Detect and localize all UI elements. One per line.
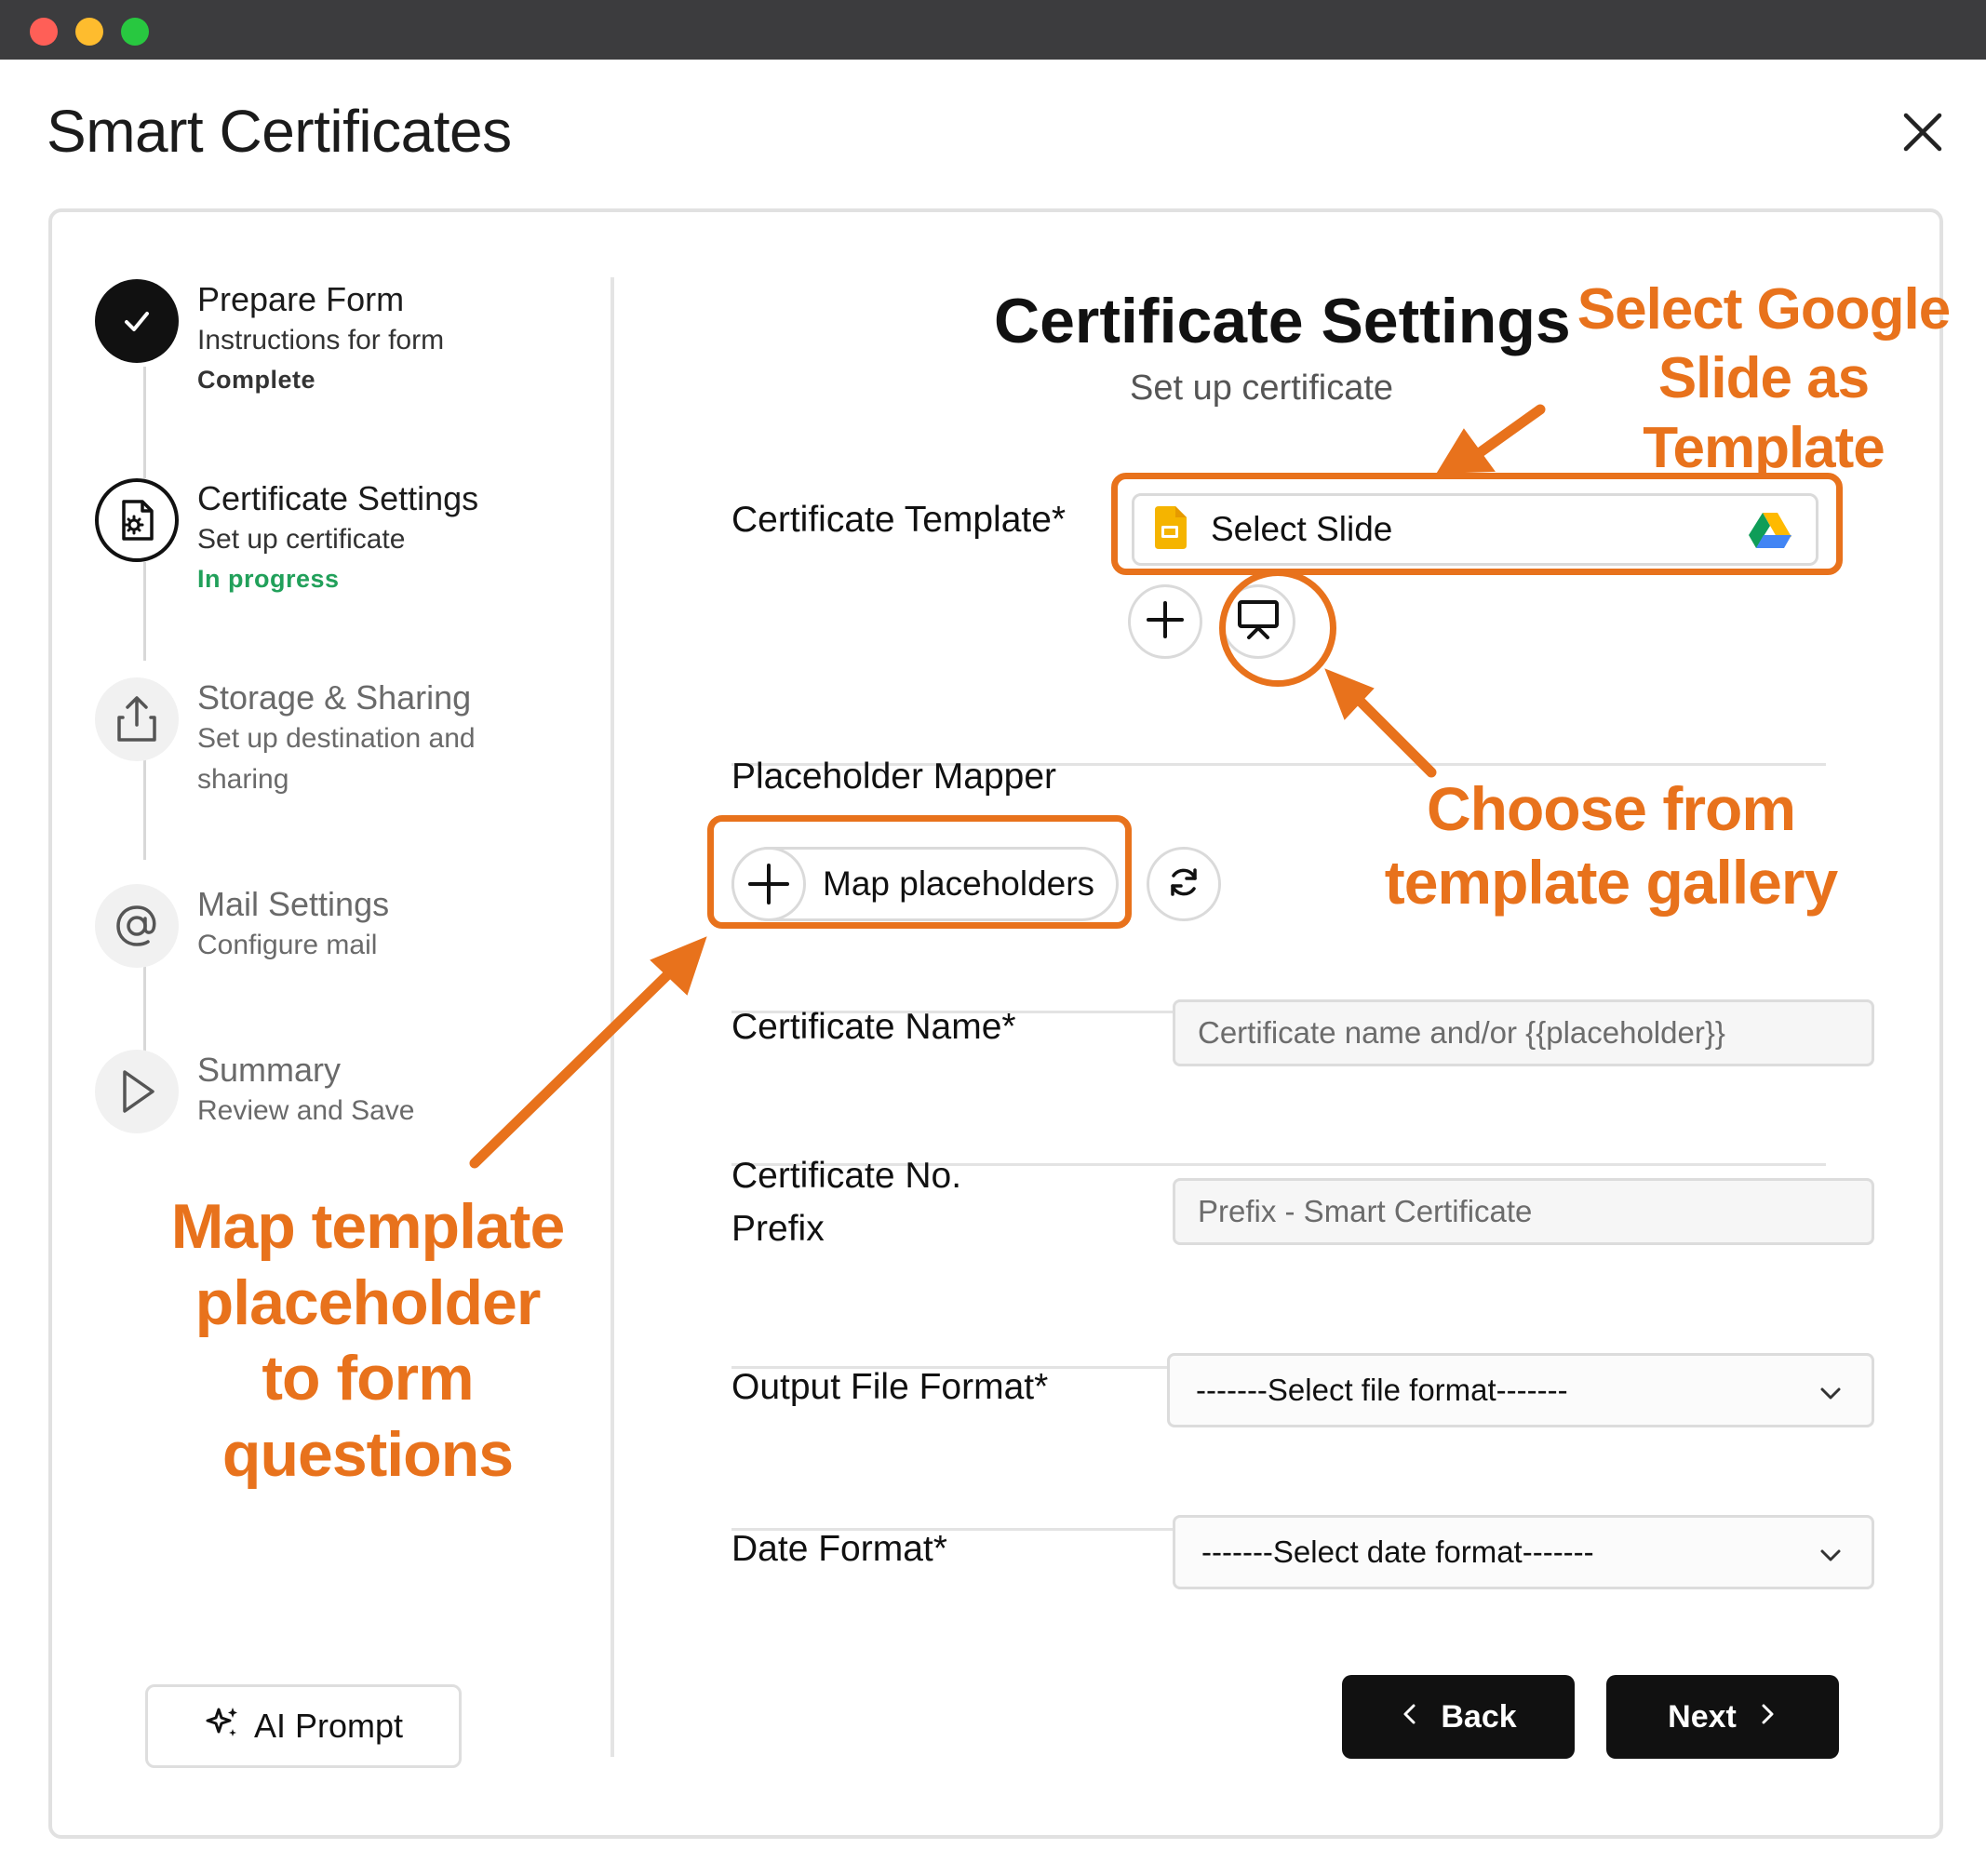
- arrow-to-select-slide: [1469, 404, 1546, 462]
- arrow-to-gallery: [1351, 692, 1437, 778]
- arrow-to-map-placeholders: [469, 967, 676, 1169]
- annotation-arrows: [469, 404, 1546, 1169]
